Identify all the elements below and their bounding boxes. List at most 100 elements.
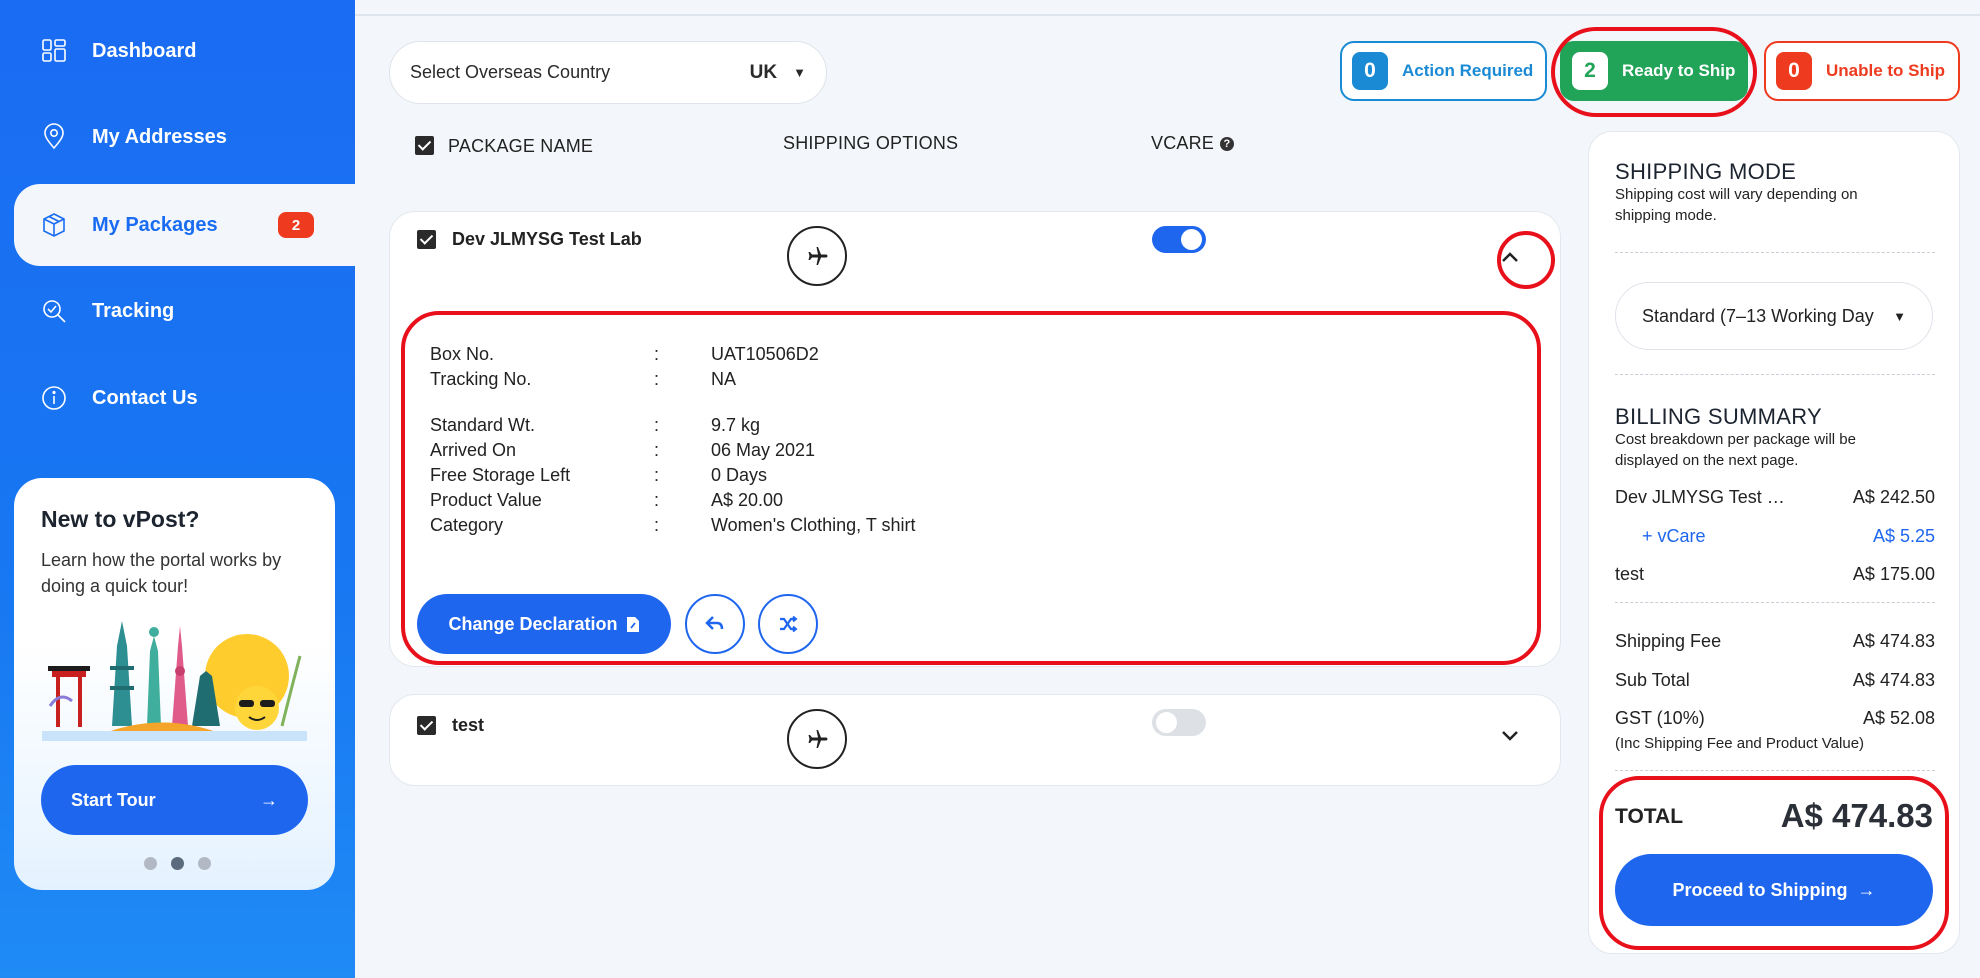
package-name-row: test — [417, 715, 484, 736]
airplane-icon — [808, 730, 828, 748]
detail-row-free-storage: Free Storage Left: 0 Days — [430, 465, 767, 486]
sidebar-item-my-addresses[interactable]: My Addresses — [14, 96, 355, 178]
start-tour-button[interactable]: Start Tour → — [41, 765, 308, 835]
shipping-mode-select[interactable]: Standard (7–13 Working Day ▼ — [1615, 282, 1933, 350]
detail-label: Standard Wt. — [430, 415, 536, 435]
tour-title: New to vPost? — [41, 506, 200, 532]
detail-colon: : — [654, 415, 660, 435]
toggle-knob — [1156, 712, 1177, 733]
order-summary-panel: SHIPPING MODE Shipping cost will vary de… — [1588, 131, 1960, 954]
sidebar-item-my-packages[interactable]: My Packages 2 — [14, 184, 355, 266]
select-all-checkbox[interactable] — [415, 136, 434, 155]
detail-value: UAT10506D2 — [711, 344, 819, 364]
detail-row-box-no: Box No.: UAT10506D2 — [430, 344, 819, 365]
shuffle-repack-button[interactable] — [758, 594, 818, 654]
carousel-dots — [144, 857, 211, 870]
ready-to-ship-count: 2 — [1572, 52, 1608, 90]
carousel-dot[interactable] — [198, 857, 211, 870]
sidebar-item-contact-us[interactable]: Contact Us — [14, 357, 355, 439]
help-icon[interactable]: ? — [1220, 136, 1235, 151]
package-checkbox[interactable] — [417, 230, 436, 249]
sidebar-item-label: My Packages — [92, 213, 218, 236]
line-label: Shipping Fee — [1615, 631, 1722, 651]
column-header-package-name: PACKAGE NAME — [448, 136, 594, 156]
header-divider — [355, 0, 1980, 16]
detail-value: A$ 20.00 — [711, 490, 784, 510]
change-declaration-button[interactable]: Change Declaration — [417, 594, 671, 654]
shipping-mode-subtitle: Shipping cost will vary depending on shi… — [1615, 186, 1858, 224]
toggle-knob — [1181, 229, 1202, 250]
unable-to-ship-label: Unable to Ship — [1826, 61, 1945, 80]
sidebar-item-tracking[interactable]: Tracking — [14, 270, 355, 352]
collapse-chevron-up-button[interactable] — [1495, 242, 1525, 272]
vcare-toggle[interactable] — [1152, 226, 1206, 253]
action-required-filter[interactable]: 0 Action Required — [1340, 41, 1547, 101]
line-label: test — [1615, 564, 1645, 584]
unable-to-ship-filter[interactable]: 0 Unable to Ship — [1764, 41, 1960, 101]
line-label: Sub Total — [1615, 670, 1690, 690]
detail-row-tracking-no: Tracking No.: NA — [430, 369, 736, 390]
billing-line-package: test A$ 175.00 — [1615, 564, 1935, 585]
air-shipping-option-button[interactable] — [787, 709, 847, 769]
chevron-down-icon: ▼ — [1893, 308, 1906, 324]
detail-colon: : — [654, 440, 660, 460]
detail-label: Free Storage Left — [430, 465, 571, 485]
column-header-shipping-options: SHIPPING OPTIONS — [783, 133, 959, 153]
detail-label: Category — [430, 515, 504, 535]
line-value: A$ 175.00 — [1852, 564, 1935, 584]
package-name: Dev JLMYSG Test Lab — [452, 229, 642, 249]
detail-label: Tracking No. — [430, 369, 532, 389]
action-required-label: Action Required — [1402, 61, 1534, 80]
billing-line-package: Dev JLMYSG Test … A$ 242.50 — [1615, 487, 1935, 508]
country-select[interactable]: Select Overseas Country UK ▼ — [389, 41, 827, 104]
change-declaration-label: Change Declaration — [448, 613, 618, 634]
arrow-right-icon: → — [260, 789, 278, 810]
detail-value: 0 Days — [711, 465, 768, 485]
vcare-toggle[interactable] — [1152, 709, 1206, 736]
sidebar-item-dashboard[interactable]: Dashboard — [14, 10, 355, 92]
line-value: A$ 242.50 — [1852, 487, 1935, 507]
ready-to-ship-filter[interactable]: 2 Ready to Ship — [1560, 41, 1748, 101]
shipping-mode-value: Standard (7–13 Working Day — [1642, 305, 1874, 326]
billing-line-vcare: + vCare A$ 5.25 — [1615, 526, 1935, 547]
detail-colon: : — [654, 515, 660, 535]
package-card: test — [389, 694, 1561, 786]
shipping-fee-line: Shipping Fee A$ 474.83 — [1615, 631, 1935, 652]
ready-to-ship-label: Ready to Ship — [1622, 61, 1736, 80]
country-select-label: Select Overseas Country — [410, 62, 611, 82]
tour-card: New to vPost? Learn how the portal works… — [14, 478, 335, 890]
line-value: A$ 52.08 — [1862, 708, 1935, 728]
shipping-mode-title: SHIPPING MODE — [1615, 159, 1797, 184]
detail-value: Women's Clothing, T shirt — [711, 515, 916, 535]
gst-note: (Inc Shipping Fee and Product Value) — [1615, 735, 1865, 752]
line-value: A$ 5.25 — [1872, 526, 1935, 546]
carousel-dot[interactable] — [144, 857, 157, 870]
detail-colon: : — [654, 344, 660, 364]
sidebar-item-label: Contact Us — [92, 386, 198, 409]
arrow-right-icon: → — [1857, 879, 1876, 900]
chevron-down-icon — [1502, 731, 1518, 741]
country-select-value: UK — [749, 61, 778, 83]
line-label: + vCare — [1642, 526, 1706, 546]
return-package-button[interactable] — [685, 594, 745, 654]
proceed-to-shipping-button[interactable]: Proceed to Shipping → — [1615, 854, 1933, 926]
billing-summary-title: BILLING SUMMARY — [1615, 404, 1823, 429]
line-value: A$ 474.83 — [1852, 670, 1935, 690]
location-pin-icon — [40, 123, 92, 151]
sidebar-item-label: Dashboard — [92, 39, 197, 62]
total-value: A$ 474.83 — [1780, 797, 1933, 834]
line-label: GST (10%) — [1615, 708, 1705, 728]
packages-count-badge: 2 — [278, 212, 314, 238]
total-label: TOTAL — [1615, 805, 1684, 828]
expand-chevron-down-button[interactable] — [1495, 721, 1525, 751]
start-tour-label: Start Tour — [71, 789, 156, 810]
divider — [1615, 374, 1935, 375]
carousel-dot-active[interactable] — [171, 857, 184, 870]
divider — [1615, 770, 1935, 771]
sidebar-item-label: My Addresses — [92, 125, 227, 148]
package-checkbox[interactable] — [417, 716, 436, 735]
detail-colon: : — [654, 465, 660, 485]
air-shipping-option-button[interactable] — [787, 226, 847, 286]
shuffle-icon — [780, 615, 798, 633]
detail-label: Product Value — [430, 490, 542, 510]
